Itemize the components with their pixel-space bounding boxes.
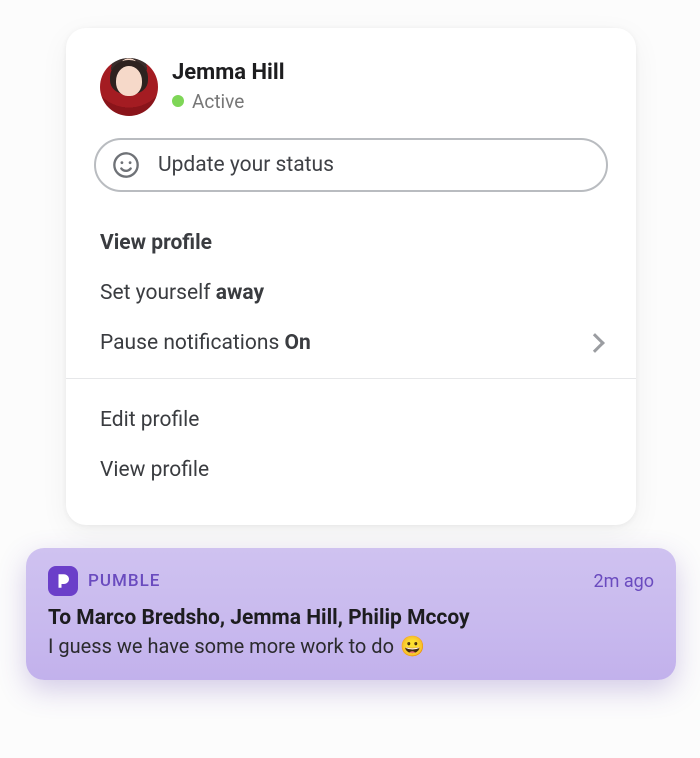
notification-toast[interactable]: PUMBLE 2m ago To Marco Bredsho, Jemma Hi…	[26, 548, 676, 680]
menu-item-edit-profile[interactable]: Edit profile	[66, 395, 636, 445]
notification-header: PUMBLE 2m ago	[48, 566, 654, 596]
notification-app-name: PUMBLE	[88, 571, 160, 591]
menu-label: Pause notifications On	[100, 331, 311, 355]
notification-title: To Marco Bredsho, Jemma Hill, Philip Mcc…	[48, 606, 654, 630]
avatar[interactable]	[100, 58, 158, 116]
menu-item-set-away[interactable]: Set yourself away	[66, 268, 636, 318]
presence-dot-icon	[172, 95, 184, 107]
menu-item-view-profile-2[interactable]: View profile	[66, 445, 636, 495]
menu-label: Set yourself away	[100, 281, 264, 305]
grinning-face-icon: 😀	[400, 634, 425, 658]
menu-label: Edit profile	[100, 408, 199, 432]
chevron-right-icon	[585, 333, 605, 353]
user-name: Jemma Hill	[172, 61, 285, 85]
menu-divider	[66, 378, 636, 379]
pumble-app-icon	[48, 566, 78, 596]
menu-label: View profile	[100, 458, 209, 482]
menu-item-pause-notifications[interactable]: Pause notifications On	[66, 318, 636, 368]
menu-section-2: Edit profile View profile	[66, 385, 636, 495]
notification-time: 2m ago	[593, 571, 654, 592]
profile-menu-card: Jemma Hill Active Update your status Vie…	[66, 28, 636, 525]
profile-header: Jemma Hill Active	[66, 58, 636, 138]
status-placeholder: Update your status	[158, 153, 334, 177]
presence-label: Active	[192, 90, 244, 113]
menu-item-view-profile[interactable]: View profile	[66, 218, 636, 268]
smiley-icon	[112, 151, 140, 179]
update-status-button[interactable]: Update your status	[94, 138, 608, 192]
name-block: Jemma Hill Active	[172, 61, 285, 112]
menu-label: View profile	[100, 231, 212, 255]
presence-row: Active	[172, 90, 285, 113]
menu-section-1: View profile Set yourself away Pause not…	[66, 208, 636, 368]
notification-body: I guess we have some more work to do 😀	[48, 634, 654, 658]
